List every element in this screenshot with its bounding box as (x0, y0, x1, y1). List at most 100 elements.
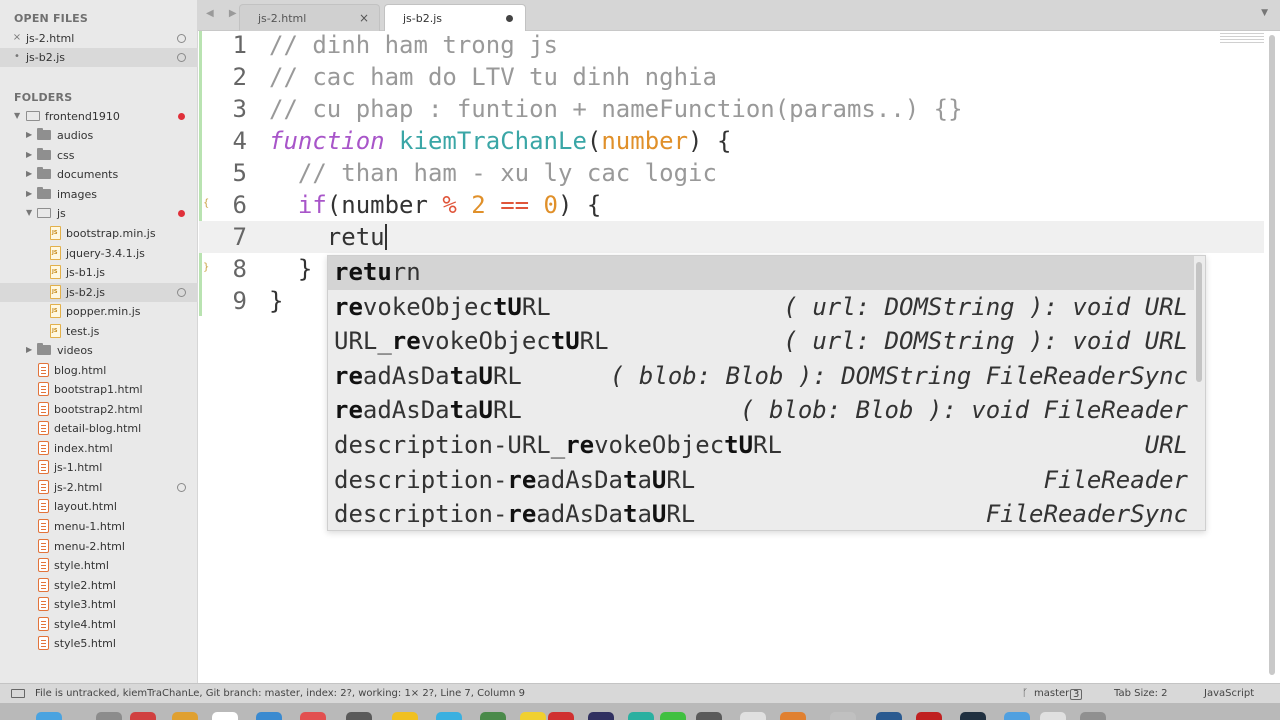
autocomplete-scrollbar[interactable] (1196, 262, 1202, 382)
dock-app-icon[interactable] (346, 712, 372, 720)
tree-file[interactable]: bootstrap2.html (0, 400, 198, 419)
tree-file[interactable]: menu-2.html (0, 537, 198, 556)
tree-label: style3.html (54, 598, 116, 611)
folder-icon (37, 167, 51, 179)
tree-file-selected[interactable]: JS js-b2.js (0, 283, 198, 302)
dock-app-icon[interactable] (300, 712, 326, 720)
dock-app-icon[interactable] (172, 712, 198, 720)
dock-app-icon[interactable] (876, 712, 902, 720)
panel-toggle-icon[interactable] (11, 689, 25, 698)
fold-close-icon[interactable]: } (203, 262, 209, 273)
vertical-scrollbar[interactable] (1269, 35, 1275, 675)
tree-file[interactable]: style3.html (0, 595, 198, 614)
close-icon[interactable]: × (359, 11, 369, 25)
tree-file[interactable]: layout.html (0, 497, 198, 516)
autocomplete-popup[interactable]: return revokeObjectURL ( url: DOMString ):… (327, 255, 1206, 531)
tree-folder[interactable]: ▶ images (0, 185, 198, 204)
tree-file[interactable]: style5.html (0, 634, 198, 653)
tree-file[interactable]: js-1.html (0, 458, 198, 477)
tree-file[interactable]: js-2.html (0, 478, 198, 497)
code-line-4: function kiemTraChanLe(number) { (269, 127, 731, 155)
tab-nav-arrows-icon[interactable]: ◀ ▶ (206, 8, 243, 19)
tree-folder[interactable]: ▶ videos (0, 341, 198, 360)
chevron-right-icon[interactable]: ▶ (26, 345, 32, 354)
autocomplete-item[interactable]: readAsDataURL ( blob: Blob ): void FileRe… (328, 394, 1194, 428)
tree-file[interactable]: style.html (0, 556, 198, 575)
dock-app-icon[interactable] (130, 712, 156, 720)
git-branch-label[interactable]: master (1034, 688, 1069, 699)
open-file-label: js-2.html (26, 32, 75, 45)
open-file-item[interactable]: • js-b2.js (0, 48, 198, 67)
open-file-item[interactable]: × js-2.html (0, 29, 198, 48)
minimap[interactable] (1220, 33, 1264, 49)
tab-js-2-html[interactable]: js-2.html × (239, 4, 380, 31)
close-icon[interactable]: × (12, 32, 22, 43)
autocomplete-item[interactable]: revokeObjectURL ( url: DOMString ): void … (328, 291, 1194, 325)
tree-file[interactable]: JS bootstrap.min.js (0, 224, 198, 243)
tab-menu-icon[interactable]: ▼ (1261, 8, 1268, 18)
js-file-icon: JS (50, 265, 61, 279)
dock-app-icon[interactable] (660, 712, 686, 720)
tree-folder[interactable]: ▶ audios (0, 126, 198, 145)
dock-app-icon[interactable] (256, 712, 282, 720)
dock-app-icon[interactable] (916, 712, 942, 720)
dock-app-icon[interactable] (1004, 712, 1030, 720)
tree-file[interactable]: index.html (0, 439, 198, 458)
dock-app-icon[interactable] (830, 712, 856, 720)
autocomplete-item[interactable]: description-readAsDataURL FileReader (328, 464, 1194, 498)
tree-file[interactable]: JS popper.min.js (0, 302, 198, 321)
autocomplete-item[interactable]: URL_revokeObjectURL ( url: DOMString ): v… (328, 325, 1194, 359)
dock-app-icon[interactable] (780, 712, 806, 720)
tree-file[interactable]: style2.html (0, 576, 198, 595)
dock-app-icon[interactable] (1040, 712, 1066, 720)
syntax-mode[interactable]: JavaScript (1204, 688, 1254, 699)
chevron-down-icon[interactable]: ▼ (14, 111, 20, 120)
tree-folder-root[interactable]: ▼ frontend1910 (0, 107, 198, 126)
dock-app-icon[interactable] (628, 712, 654, 720)
tab-js-b2-js[interactable]: js-b2.js (384, 4, 526, 31)
tree-folder[interactable]: ▶ css (0, 146, 198, 165)
chevron-right-icon[interactable]: ▶ (26, 189, 32, 198)
tree-file[interactable]: JS js-b1.js (0, 263, 198, 282)
dock-app-icon[interactable] (392, 712, 418, 720)
operator-token: == (500, 191, 530, 219)
modified-dot-icon[interactable] (506, 15, 513, 22)
tree-file[interactable]: menu-1.html (0, 517, 198, 536)
chevron-right-icon[interactable]: ▶ (26, 130, 32, 139)
typed-text: retu (269, 223, 385, 251)
fold-open-icon[interactable]: { (203, 198, 209, 209)
dock-app-icon[interactable] (740, 712, 766, 720)
autocomplete-item[interactable]: description-URL_revokeObjectURL URL (328, 429, 1194, 463)
dock-app-icon[interactable] (588, 712, 614, 720)
tree-file[interactable]: detail-blog.html (0, 419, 198, 438)
autocomplete-item[interactable]: readAsDataURL ( blob: Blob ): DOMString F… (328, 360, 1194, 394)
autocomplete-item-hint: ( url: DOMString ): void URL (783, 327, 1188, 356)
line-number: 2 (232, 63, 247, 91)
dock-app-icon[interactable] (1080, 712, 1106, 720)
autocomplete-item[interactable]: description-readAsDataURL FileReaderSync (328, 498, 1194, 530)
dock-app-icon[interactable] (520, 712, 546, 720)
dock-app-icon[interactable] (548, 712, 574, 720)
modified-dot-icon[interactable]: • (12, 51, 22, 62)
tree-file[interactable]: blog.html (0, 361, 198, 380)
chevron-right-icon[interactable]: ▶ (26, 150, 32, 159)
tree-file[interactable]: JS test.js (0, 322, 198, 341)
dock-app-icon[interactable] (436, 712, 462, 720)
dock-app-icon[interactable] (96, 712, 122, 720)
dock-app-icon[interactable] (212, 712, 238, 720)
tree-file[interactable]: bootstrap1.html (0, 380, 198, 399)
tab-size[interactable]: Tab Size: 2 (1114, 688, 1168, 699)
autocomplete-item-hint: URL (1144, 431, 1188, 459)
autocomplete-item[interactable]: return (328, 256, 1194, 290)
chevron-right-icon[interactable]: ▶ (26, 169, 32, 178)
tree-file[interactable]: JS jquery-3.4.1.js (0, 244, 198, 263)
chevron-down-icon[interactable]: ▼ (26, 208, 32, 217)
dock-app-icon[interactable] (696, 712, 722, 720)
tree-folder[interactable]: ▶ documents (0, 165, 198, 184)
html-file-icon (38, 402, 49, 416)
dock-app-icon[interactable] (960, 712, 986, 720)
tree-folder-js[interactable]: ▼ js (0, 204, 198, 223)
dock-app-icon[interactable] (480, 712, 506, 720)
dock-app-icon[interactable] (36, 712, 62, 720)
tree-file[interactable]: style4.html (0, 615, 198, 634)
